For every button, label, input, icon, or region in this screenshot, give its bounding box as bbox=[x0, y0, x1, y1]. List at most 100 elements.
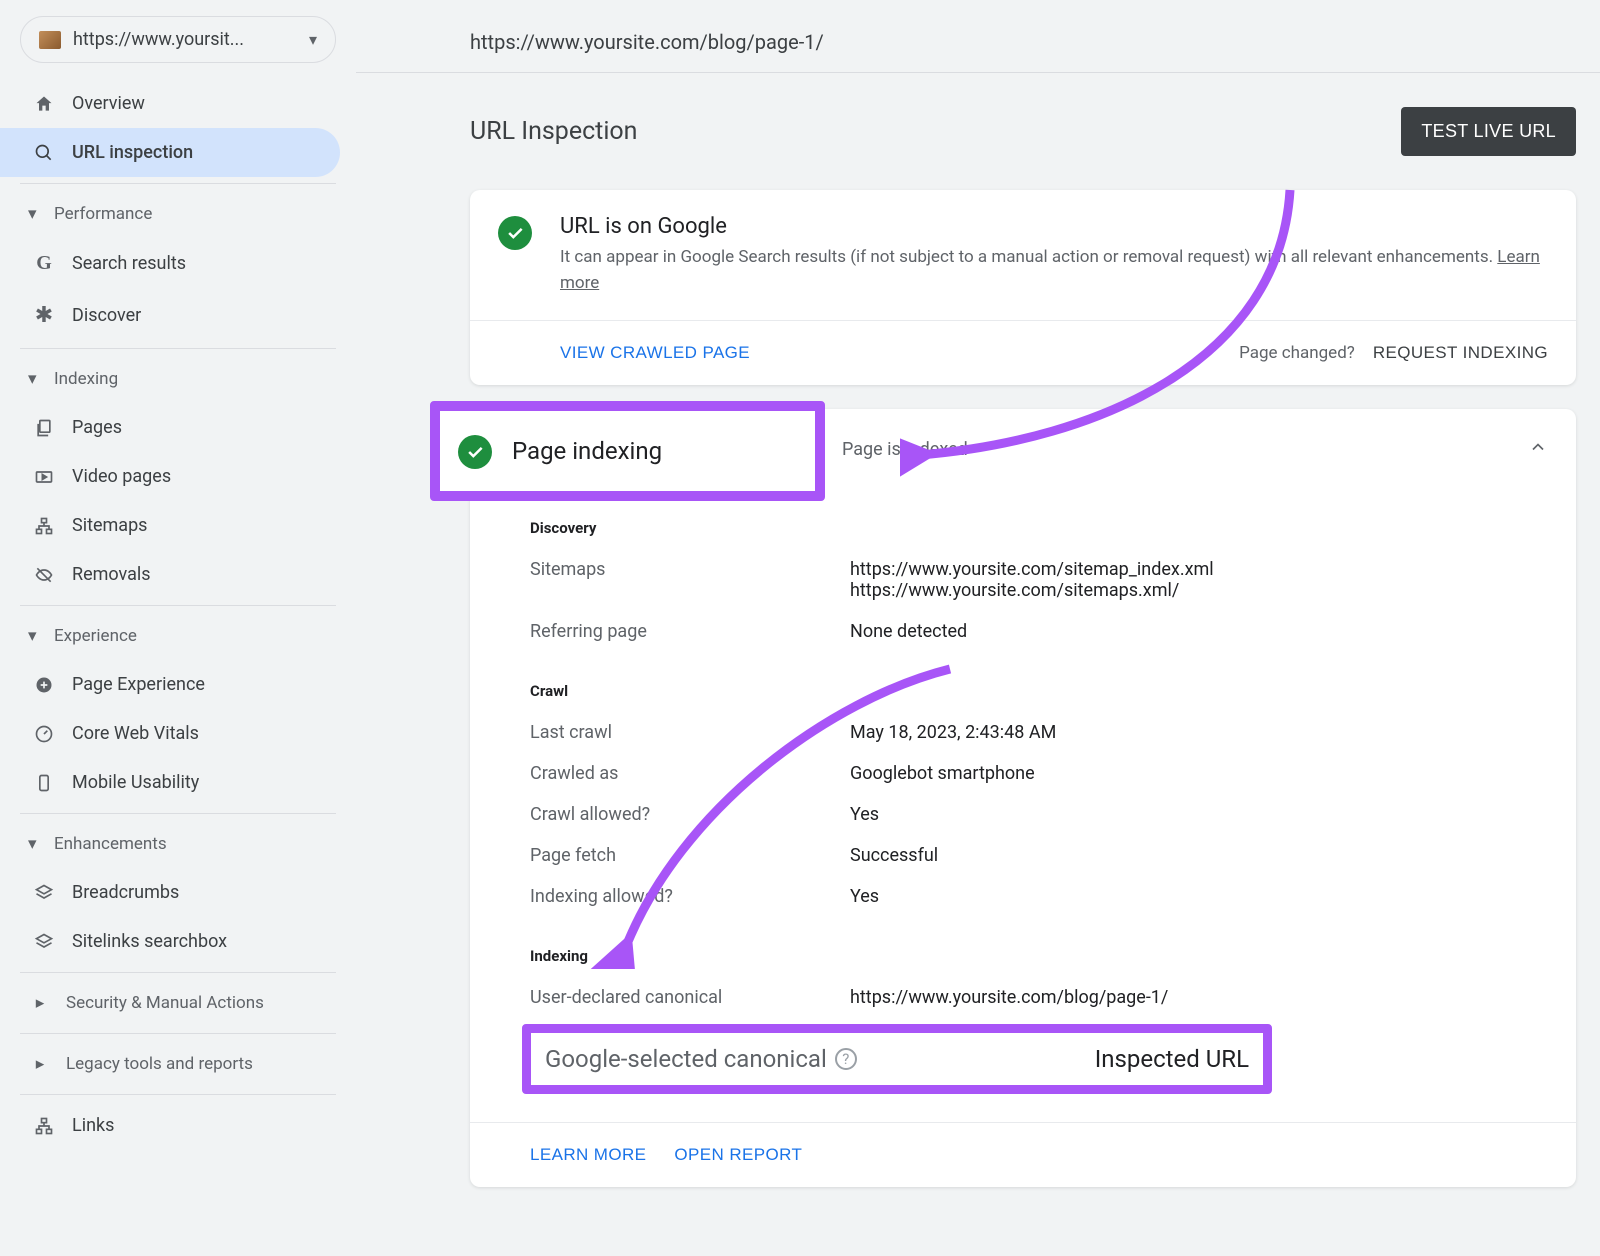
section-label: Indexing bbox=[54, 369, 118, 389]
video-icon bbox=[32, 467, 56, 487]
accordion-header[interactable]: Page is indexed bbox=[470, 409, 1576, 489]
sitemap-icon bbox=[32, 516, 56, 536]
sidebar-item-overview[interactable]: Overview bbox=[0, 79, 356, 128]
kv-row: Last crawl May 18, 2023, 2:43:48 AM bbox=[530, 712, 1548, 753]
search-icon bbox=[32, 143, 56, 163]
learn-more-button[interactable]: LEARN MORE bbox=[530, 1145, 646, 1165]
sidebar-item-breadcrumbs[interactable]: Breadcrumbs bbox=[0, 868, 356, 917]
google-canonical-key: Google-selected canonical bbox=[545, 1045, 827, 1073]
section-label: Enhancements bbox=[54, 834, 167, 854]
open-report-button[interactable]: OPEN REPORT bbox=[674, 1145, 802, 1165]
kv-row: Sitemaps https://www.yoursite.com/sitema… bbox=[530, 549, 1548, 611]
sidebar-item-label: Sitemaps bbox=[72, 515, 147, 536]
layers-icon bbox=[32, 883, 56, 903]
divider bbox=[20, 605, 336, 606]
checkmark-icon bbox=[498, 216, 532, 250]
sidebar-item-label: Video pages bbox=[72, 466, 171, 487]
key: Crawl allowed? bbox=[530, 804, 850, 825]
value: None detected bbox=[850, 621, 967, 642]
sidebar-item-legacy[interactable]: ▸ Legacy tools and reports bbox=[0, 1040, 356, 1088]
chevron-down-icon: ▾ bbox=[28, 834, 44, 854]
divider bbox=[20, 183, 336, 184]
test-live-url-button[interactable]: TEST LIVE URL bbox=[1401, 107, 1576, 156]
sidebar-item-links[interactable]: Links bbox=[0, 1101, 356, 1150]
link-icon bbox=[32, 1116, 56, 1136]
value: https://www.yoursite.com/blog/page-1/ bbox=[850, 987, 1168, 1008]
kv-row: Page fetch Successful bbox=[530, 835, 1548, 876]
key: Last crawl bbox=[530, 722, 850, 743]
value: Yes bbox=[850, 804, 879, 825]
divider bbox=[20, 972, 336, 973]
help-icon[interactable]: ? bbox=[835, 1048, 857, 1070]
layers-icon bbox=[32, 932, 56, 952]
sidebar-item-label: Legacy tools and reports bbox=[66, 1054, 253, 1074]
sidebar-item-label: Removals bbox=[72, 564, 151, 585]
circle-plus-icon bbox=[32, 675, 56, 695]
sidebar-item-mobile-usability[interactable]: Mobile Usability bbox=[0, 758, 356, 807]
value: Googlebot smartphone bbox=[850, 763, 1035, 784]
kv-row: Crawl allowed? Yes bbox=[530, 794, 1548, 835]
sidebar-item-label: Page Experience bbox=[72, 674, 205, 695]
site-favicon bbox=[39, 31, 61, 49]
sidebar-item-label: Core Web Vitals bbox=[72, 723, 199, 744]
page-title: URL Inspection bbox=[470, 117, 1401, 146]
annotation-highlight: Google-selected canonical ? Inspected UR… bbox=[522, 1024, 1272, 1094]
sidebar-item-sitelinks-searchbox[interactable]: Sitelinks searchbox bbox=[0, 917, 356, 966]
kv-row: Crawled as Googlebot smartphone bbox=[530, 753, 1548, 794]
sidebar-item-discover[interactable]: ✱ Discover bbox=[0, 289, 356, 342]
inspected-url: https://www.yoursite.com/blog/page-1/ bbox=[356, 30, 1600, 73]
key: Sitemaps bbox=[530, 559, 850, 601]
pages-icon bbox=[32, 418, 56, 438]
sidebar-item-video-pages[interactable]: Video pages bbox=[0, 452, 356, 501]
sidebar-item-search-results[interactable]: G Search results bbox=[0, 238, 356, 289]
section-label: Performance bbox=[54, 204, 152, 224]
page-indexing-card: Page indexing Page is indexed Discovery … bbox=[470, 409, 1576, 1187]
view-crawled-page-button[interactable]: VIEW CRAWLED PAGE bbox=[560, 343, 750, 363]
sidebar-item-security[interactable]: ▸ Security & Manual Actions bbox=[0, 979, 356, 1027]
sidebar-item-label: Discover bbox=[72, 305, 141, 326]
indexing-label: Indexing bbox=[530, 917, 1548, 977]
chevron-up-icon bbox=[1528, 437, 1548, 461]
sidebar-section-performance[interactable]: ▾ Performance bbox=[0, 190, 356, 238]
chevron-down-icon: ▾ bbox=[28, 626, 44, 646]
page-changed-label: Page changed? bbox=[1239, 343, 1355, 363]
sidebar-item-core-web-vitals[interactable]: Core Web Vitals bbox=[0, 709, 356, 758]
sidebar-section-enhancements[interactable]: ▾ Enhancements bbox=[0, 820, 356, 868]
google-canonical-value: Inspected URL bbox=[1095, 1045, 1249, 1073]
request-indexing-button[interactable]: REQUEST INDEXING bbox=[1373, 343, 1548, 363]
sidebar-item-url-inspection[interactable]: URL inspection bbox=[0, 128, 340, 177]
discovery-label: Discovery bbox=[530, 489, 1548, 549]
sidebar-item-label: Pages bbox=[72, 417, 122, 438]
sidebar-section-experience[interactable]: ▾ Experience bbox=[0, 612, 356, 660]
key: User-declared canonical bbox=[530, 987, 850, 1008]
kv-row: User-declared canonical https://www.your… bbox=[530, 977, 1548, 1018]
sidebar-item-label: Security & Manual Actions bbox=[66, 993, 264, 1013]
sidebar: https://www.yoursit... ▾ Overview URL in… bbox=[0, 0, 356, 1187]
card-description: It can appear in Google Search results (… bbox=[560, 245, 1548, 296]
url-on-google-card: URL is on Google It can appear in Google… bbox=[470, 190, 1576, 385]
sidebar-item-label: Overview bbox=[72, 93, 145, 114]
card-title: URL is on Google bbox=[560, 214, 1548, 239]
value: May 18, 2023, 2:43:48 AM bbox=[850, 722, 1056, 743]
divider bbox=[20, 1094, 336, 1095]
divider bbox=[20, 813, 336, 814]
property-url: https://www.yoursit... bbox=[73, 29, 297, 50]
property-selector[interactable]: https://www.yoursit... ▾ bbox=[20, 16, 336, 63]
google-g-icon: G bbox=[32, 252, 56, 275]
gauge-icon bbox=[32, 724, 56, 744]
sidebar-item-pages[interactable]: Pages bbox=[0, 403, 356, 452]
sidebar-section-indexing[interactable]: ▾ Indexing bbox=[0, 355, 356, 403]
crawl-label: Crawl bbox=[530, 652, 1548, 712]
kv-row: Referring page None detected bbox=[530, 611, 1548, 652]
sidebar-item-removals[interactable]: Removals bbox=[0, 550, 356, 599]
sidebar-item-label: Breadcrumbs bbox=[72, 882, 179, 903]
sidebar-item-sitemaps[interactable]: Sitemaps bbox=[0, 501, 356, 550]
divider bbox=[20, 1033, 336, 1034]
value: Successful bbox=[850, 845, 938, 866]
chevron-right-icon: ▸ bbox=[28, 1054, 52, 1074]
sidebar-item-page-experience[interactable]: Page Experience bbox=[0, 660, 356, 709]
key: Referring page bbox=[530, 621, 850, 642]
key: Page fetch bbox=[530, 845, 850, 866]
key: Indexing allowed? bbox=[530, 886, 850, 907]
chevron-down-icon: ▾ bbox=[28, 204, 44, 224]
